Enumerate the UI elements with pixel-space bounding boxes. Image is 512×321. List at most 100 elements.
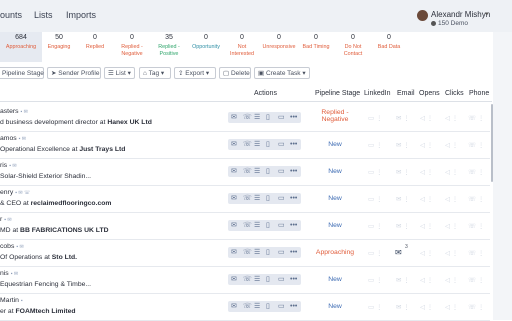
stage-replied-negative[interactable]: 0 Replied - Negative <box>114 32 150 62</box>
contact-name[interactable]: asters ▪ ✉ <box>0 108 28 115</box>
phone-icon[interactable]: ☏ <box>243 220 252 231</box>
more-icon[interactable]: ••• <box>290 247 297 258</box>
linkedin-icon[interactable]: ▪ ✉ <box>16 244 23 250</box>
table-row[interactable]: ris ▪ ✉ Solar-Shield Exterior Shadin... ✉… <box>0 158 490 186</box>
pipeline-stage-cell[interactable]: New <box>308 222 362 229</box>
list-icon[interactable]: ☰ <box>254 139 260 150</box>
column-header-pipeline-stage[interactable]: Pipeline Stage <box>315 90 360 97</box>
email-icon[interactable]: ✉ <box>231 193 237 204</box>
column-header-opens[interactable]: Opens <box>419 90 440 97</box>
email-icon[interactable]: ✉ <box>231 301 237 312</box>
contact-name[interactable]: cobs ▪ ✉ <box>0 243 24 250</box>
email-icon[interactable]: ✉ <box>231 112 237 123</box>
table-row[interactable]: asters ▪ ✉ d business development directo… <box>0 104 490 132</box>
company-name[interactable]: Just Trays Ltd <box>79 146 125 153</box>
table-row[interactable]: r ▪ ✉ MD at BB FABRICATIONS UK LTD ✉ ☏ ☰ ▯ ▭ •… <box>0 212 490 240</box>
linkedin-icon[interactable]: ▪ ✉ <box>21 109 28 115</box>
contact-name[interactable]: ris ▪ ✉ <box>0 162 17 169</box>
company-name[interactable]: Hanex UK Ltd <box>107 119 152 126</box>
linkedin-icon[interactable]: ▪ ✉ ☏ <box>15 190 30 196</box>
create-task-button[interactable]: ▣ Create Task ▾ <box>254 67 310 79</box>
column-header-email[interactable]: Email <box>397 90 415 97</box>
sms-icon[interactable]: ▯ <box>266 301 270 312</box>
table-row[interactable]: enry ▪ ✉ ☏ & CEO at reclaimedflooringco.c… <box>0 185 490 213</box>
more-icon[interactable]: ••• <box>290 166 297 177</box>
stage-replied-positive[interactable]: 35 Replied - Positive <box>150 32 188 62</box>
table-row[interactable]: amos ▪ ✉ Operational Excellence at Just T… <box>0 131 490 159</box>
task-icon[interactable]: ▭ <box>278 301 285 312</box>
stage-unresponsive[interactable]: 0 Unresponsive <box>258 32 300 62</box>
list-icon[interactable]: ☰ <box>254 247 260 258</box>
email-icon[interactable]: ✉ <box>231 139 237 150</box>
linkedin-icon[interactable]: ▪ <box>21 298 23 304</box>
pipeline-stage-cell[interactable]: Approaching <box>308 249 362 256</box>
phone-icon[interactable]: ☏ <box>243 301 252 312</box>
column-header-linkedin[interactable]: LinkedIn <box>364 90 390 97</box>
task-icon[interactable]: ▭ <box>278 247 285 258</box>
more-icon[interactable]: ••• <box>290 301 297 312</box>
linkedin-icon[interactable]: ▪ ✉ <box>19 136 26 142</box>
list-icon[interactable]: ☰ <box>254 301 260 312</box>
phone-icon[interactable]: ☏ <box>243 274 252 285</box>
email-icon[interactable]: ✉ <box>231 274 237 285</box>
task-icon[interactable]: ▭ <box>278 193 285 204</box>
tag-button[interactable]: ⌂ Tag ▾ <box>139 67 171 79</box>
contact-name[interactable]: enry ▪ ✉ ☏ <box>0 189 30 196</box>
pipeline-stage-cell[interactable]: New <box>308 195 362 202</box>
pipeline-stage-cell[interactable]: New <box>308 168 362 175</box>
table-row[interactable]: nis ▪ ✉ Equestrian Fencing & Timbe... ✉ ☏ ☰… <box>0 266 490 294</box>
stage-approaching[interactable]: 684 Approaching <box>0 32 42 62</box>
stage-do-not-contact[interactable]: 0 Do Not Contact <box>336 32 370 62</box>
sms-icon[interactable]: ▯ <box>266 112 270 123</box>
stage-bad-timing[interactable]: 0 Bad Timing <box>300 32 332 62</box>
stage-opportunity[interactable]: 0 Opportunity <box>186 32 226 62</box>
pipeline-stage-cell[interactable]: New <box>308 303 362 310</box>
list-icon[interactable]: ☰ <box>254 193 260 204</box>
chevron-down-icon[interactable]: ▾ <box>485 10 489 18</box>
task-icon[interactable]: ▭ <box>278 166 285 177</box>
phone-icon[interactable]: ☏ <box>243 112 252 123</box>
linkedin-icon[interactable]: ▪ ✉ <box>9 163 16 169</box>
company-name[interactable]: Sto Ltd. <box>52 254 77 261</box>
scrollbar[interactable] <box>491 104 493 182</box>
pipeline-stage-cell[interactable]: New <box>308 276 362 283</box>
more-icon[interactable]: ••• <box>290 139 297 150</box>
more-icon[interactable]: ••• <box>290 220 297 231</box>
stage-bad-data[interactable]: 0 Bad Data <box>370 32 408 62</box>
phone-icon[interactable]: ☏ <box>243 247 252 258</box>
email-icon[interactable]: ✉ <box>231 247 237 258</box>
task-icon[interactable]: ▭ <box>278 220 285 231</box>
more-icon[interactable]: ••• <box>290 193 297 204</box>
task-icon[interactable]: ▭ <box>278 274 285 285</box>
list-icon[interactable]: ☰ <box>254 220 260 231</box>
pipeline-stage-cell[interactable]: New <box>308 141 362 148</box>
contact-name[interactable]: Martin ▪ <box>0 297 23 304</box>
contact-name[interactable]: nis ▪ ✉ <box>0 270 18 277</box>
sms-icon[interactable]: ▯ <box>266 274 270 285</box>
sms-icon[interactable]: ▯ <box>266 247 270 258</box>
company-name[interactable]: reclaimedflooringco.com <box>31 200 112 207</box>
company-name[interactable]: FOAMtech Limited <box>16 308 76 315</box>
list-icon[interactable]: ☰ <box>254 112 260 123</box>
phone-icon[interactable]: ☏ <box>243 193 252 204</box>
email-icon[interactable]: ✉ <box>231 220 237 231</box>
linkedin-icon[interactable]: ▪ ✉ <box>11 271 18 277</box>
sms-icon[interactable]: ▯ <box>266 166 270 177</box>
column-header-clicks[interactable]: Clicks <box>445 90 464 97</box>
sms-icon[interactable]: ▯ <box>266 139 270 150</box>
pipeline-stage-cell[interactable]: Replied - Negative <box>308 109 362 123</box>
stage-not-interested[interactable]: 0 Not Interested <box>226 32 258 62</box>
stage-replied[interactable]: 0 Replied <box>76 32 114 62</box>
email-sent-icon[interactable]: ✉ <box>395 248 402 257</box>
delete-button[interactable]: ▢ Delete <box>219 67 251 79</box>
pipeline-stage-button[interactable]: Pipeline Stage <box>0 67 44 79</box>
stage-engaging[interactable]: 50 Engaging <box>42 32 76 62</box>
more-icon[interactable]: ••• <box>290 274 297 285</box>
more-icon[interactable]: ••• <box>290 112 297 123</box>
task-icon[interactable]: ▭ <box>278 112 285 123</box>
contact-name[interactable]: amos ▪ ✉ <box>0 135 26 142</box>
company-name[interactable]: BB FABRICATIONS UK LTD <box>20 227 108 234</box>
table-row[interactable]: cobs ▪ ✉ Of Operations at Sto Ltd. ✉ ☏ ☰ ▯ ▭ •… <box>0 239 490 267</box>
task-icon[interactable]: ▭ <box>278 139 285 150</box>
export-button[interactable]: ⇪ Export ▾ <box>174 67 216 79</box>
